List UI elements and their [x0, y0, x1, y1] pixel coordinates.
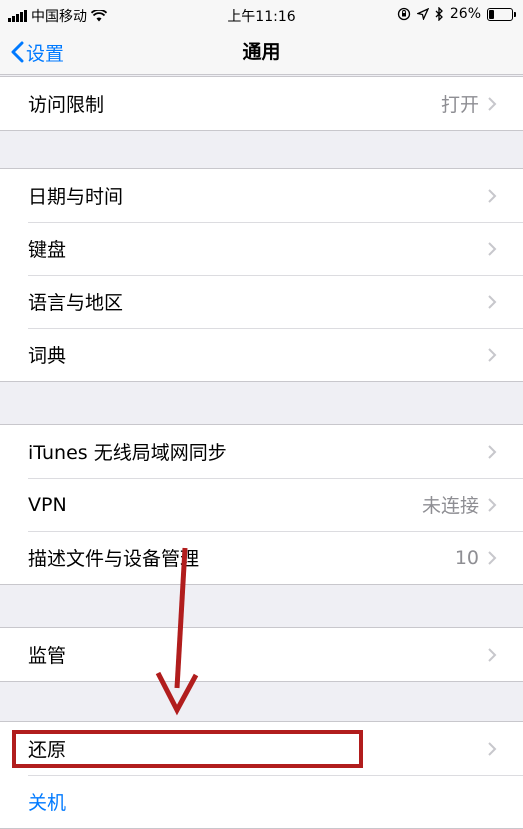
row-label: 词典 [28, 345, 67, 367]
row-right [487, 347, 497, 363]
group-restrictions: 访问限制 打开 [0, 76, 523, 131]
row-supervision[interactable]: 监管 [0, 628, 523, 681]
chevron-right-icon [488, 241, 497, 256]
row-value: 未连接 [421, 495, 479, 517]
row-right: 打开 [441, 90, 497, 117]
row-dictionary[interactable]: 词典 [0, 328, 523, 381]
row-right: 10 [455, 547, 497, 569]
group-date-keyboard: 日期与时间 键盘 语言与地区 词典 [0, 168, 523, 382]
orientation-lock-icon [397, 7, 411, 21]
row-label: 语言与地区 [28, 292, 124, 314]
row-label: 描述文件与设备管理 [28, 548, 200, 570]
row-right [487, 294, 497, 310]
row-right [487, 444, 497, 460]
row-keyboard[interactable]: 键盘 [0, 222, 523, 275]
row-label: iTunes 无线局域网同步 [28, 442, 227, 464]
chevron-right-icon [488, 294, 497, 309]
row-label: 日期与时间 [28, 186, 124, 208]
group-supervision: 监管 [0, 627, 523, 682]
status-right: 26% [397, 6, 516, 22]
chevron-right-icon [488, 96, 497, 111]
row-date-time[interactable]: 日期与时间 [0, 169, 523, 222]
battery-level [489, 9, 494, 19]
chevron-right-icon [488, 347, 497, 362]
row-right: 未连接 [422, 491, 497, 518]
row-right [487, 188, 497, 204]
group-itunes-vpn: iTunes 无线局域网同步 VPN 未连接 描述文件与设备管理 10 [0, 424, 523, 585]
row-itunes-wifi-sync[interactable]: iTunes 无线局域网同步 [0, 425, 523, 478]
row-shutdown[interactable]: 关机 [0, 775, 523, 828]
row-profiles-device-management[interactable]: 描述文件与设备管理 10 [0, 531, 523, 584]
shutdown-link[interactable]: 关机 [28, 788, 66, 815]
battery-percent: 26% [449, 6, 481, 22]
row-right [487, 241, 497, 257]
page-title: 通用 [242, 41, 281, 63]
chevron-right-icon [488, 497, 497, 512]
chevron-right-icon [488, 444, 497, 459]
row-value: 10 [454, 546, 479, 569]
row-label: 访问限制 [28, 94, 105, 116]
battery-cap [514, 11, 516, 17]
row-value: 打开 [440, 94, 479, 116]
status-bar: 中国移动 上午11:16 26% [0, 0, 523, 30]
row-right [487, 647, 497, 663]
row-right [487, 741, 497, 757]
chevron-right-icon [488, 647, 497, 662]
chevron-right-icon [488, 188, 497, 203]
nav-bar: 设置 通用 [0, 30, 523, 75]
row-label: 键盘 [28, 239, 67, 261]
location-icon [416, 8, 429, 20]
row-label: VPN [28, 493, 67, 516]
chevron-right-icon [488, 741, 497, 756]
row-restrictions[interactable]: 访问限制 打开 [0, 77, 523, 130]
row-vpn[interactable]: VPN 未连接 [0, 478, 523, 531]
row-language-region[interactable]: 语言与地区 [0, 275, 523, 328]
chevron-right-icon [488, 550, 497, 565]
row-label: 监管 [28, 645, 67, 667]
bluetooth-icon [435, 7, 443, 21]
annotation-highlight-box [12, 730, 363, 768]
battery-icon [487, 7, 516, 21]
